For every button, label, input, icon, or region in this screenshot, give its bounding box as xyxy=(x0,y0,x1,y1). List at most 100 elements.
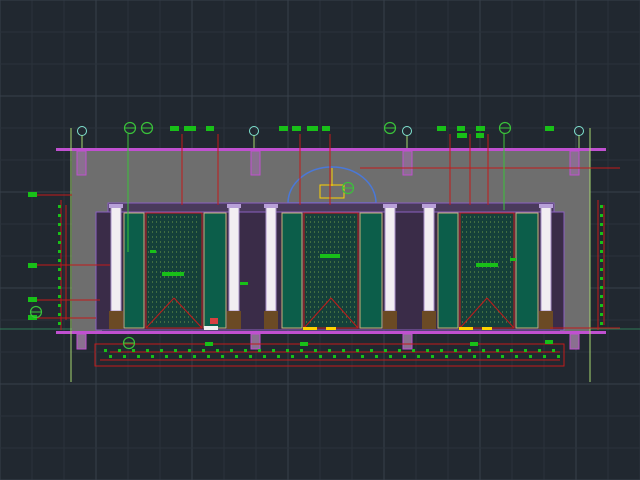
dimension-tick xyxy=(370,349,373,352)
note-label xyxy=(28,297,37,302)
dimension-tick xyxy=(403,355,406,358)
note-label xyxy=(322,126,330,131)
dimension-tick xyxy=(412,349,415,352)
dimension-tick xyxy=(600,277,603,280)
dimension-tick xyxy=(426,349,429,352)
dimension-tick xyxy=(468,349,471,352)
dimension-tick xyxy=(58,241,61,244)
dimension-tick xyxy=(58,205,61,208)
dimension-tick xyxy=(501,355,504,358)
dimension-tick xyxy=(104,349,107,352)
axis-bubble-icon xyxy=(249,126,259,148)
dimension-tick xyxy=(123,355,126,358)
dimension-tick xyxy=(600,322,603,325)
section-marker-icon xyxy=(383,121,397,135)
floor-fixture xyxy=(303,327,317,330)
dimension-tick xyxy=(361,355,364,358)
note-label xyxy=(184,126,196,131)
column-base xyxy=(539,311,553,329)
dimension-tick xyxy=(193,355,196,358)
dimension-tick xyxy=(216,349,219,352)
note-label xyxy=(150,250,156,253)
dimension-tick xyxy=(58,286,61,289)
dimension-tick xyxy=(230,349,233,352)
dimension-tick xyxy=(375,355,378,358)
dimension-tick xyxy=(146,349,149,352)
dimension-tick xyxy=(538,349,541,352)
note-label xyxy=(476,126,485,131)
dimension-tick xyxy=(244,349,247,352)
column-capital xyxy=(227,204,241,208)
dimension-tick xyxy=(600,313,603,316)
solid-glass-panel xyxy=(359,212,383,329)
solid-glass-panel xyxy=(437,212,459,329)
dimension-tick xyxy=(431,355,434,358)
column-shaft xyxy=(110,206,122,312)
dimension-tick xyxy=(58,268,61,271)
dimension-tick xyxy=(496,349,499,352)
dimension-tick xyxy=(529,355,532,358)
note-label xyxy=(470,342,478,346)
column-shaft xyxy=(423,206,435,312)
pier-top-1 xyxy=(76,150,87,176)
panel-group xyxy=(123,212,539,329)
dimension-tick xyxy=(524,349,527,352)
column-capital xyxy=(383,204,397,208)
storefront-lintel xyxy=(107,202,555,213)
dimension-tick xyxy=(58,295,61,298)
dimension-tick xyxy=(417,355,420,358)
column-capital xyxy=(539,204,553,208)
pier-bottom-1 xyxy=(76,333,87,350)
dimension-tick xyxy=(221,355,224,358)
note-label xyxy=(206,126,214,131)
planter-box xyxy=(204,326,218,330)
note-label xyxy=(457,133,467,138)
cad-viewport[interactable] xyxy=(0,0,640,480)
note-label xyxy=(205,342,213,346)
dimension-tick xyxy=(286,349,289,352)
pier-bottom-4 xyxy=(569,333,580,350)
dimension-tick xyxy=(445,355,448,358)
dimension-tick xyxy=(356,349,359,352)
floor-fixture xyxy=(459,327,473,330)
note-label xyxy=(437,126,446,131)
dimension-tick xyxy=(58,259,61,262)
column-capital xyxy=(109,204,123,208)
dimension-tick xyxy=(58,313,61,316)
planter-flowers xyxy=(210,318,218,324)
dimension-tick xyxy=(600,232,603,235)
dimension-tick xyxy=(510,349,513,352)
dimension-tick xyxy=(58,223,61,226)
pier-top-2 xyxy=(250,150,261,176)
section-marker-icon xyxy=(123,121,137,135)
column-shaft xyxy=(265,206,277,312)
dimension-tick xyxy=(600,286,603,289)
dimension-tick xyxy=(202,349,205,352)
section-marker-icon xyxy=(140,121,154,135)
dimension-tick xyxy=(58,232,61,235)
dimension-tick xyxy=(109,355,112,358)
axis-bubble-icon xyxy=(402,126,412,148)
dimension-tick xyxy=(459,355,462,358)
dimension-tick xyxy=(160,349,163,352)
dimension-tick xyxy=(58,322,61,325)
dimension-tick xyxy=(300,349,303,352)
solid-glass-panel xyxy=(281,212,303,329)
dimension-tick xyxy=(600,259,603,262)
floor-fixture xyxy=(326,327,336,330)
dimension-tick xyxy=(305,355,308,358)
dimension-tick xyxy=(600,304,603,307)
dimension-tick xyxy=(132,349,135,352)
mesh-panel xyxy=(145,212,203,329)
column-capital xyxy=(422,204,436,208)
dimension-tick xyxy=(137,355,140,358)
dimension-tick xyxy=(347,355,350,358)
dimension-tick xyxy=(179,355,182,358)
note-label xyxy=(279,126,288,131)
dimension-tick xyxy=(600,223,603,226)
note-label xyxy=(300,342,308,346)
dimension-tick xyxy=(389,355,392,358)
solid-glass-panel xyxy=(203,212,227,329)
solid-glass-panel xyxy=(123,212,145,329)
mesh-panel xyxy=(303,212,359,329)
